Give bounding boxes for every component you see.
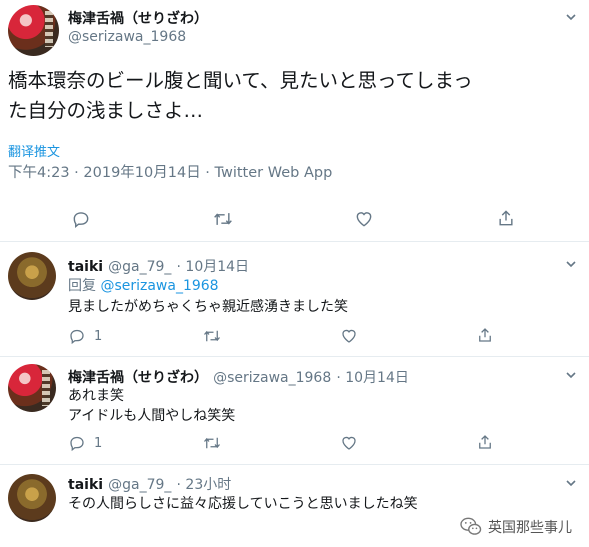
watermark-text: 英国那些事儿 xyxy=(488,520,572,536)
like-button[interactable] xyxy=(354,209,374,229)
retweet-button[interactable] xyxy=(212,209,234,229)
author-handle[interactable]: @serizawa_1968 xyxy=(68,29,186,45)
replying-to-label: 回复 xyxy=(68,278,96,294)
divider xyxy=(0,464,589,465)
author-name[interactable]: taiki xyxy=(68,259,103,275)
heart-icon xyxy=(356,212,372,227)
reply-count: 1 xyxy=(94,328,103,344)
share-button[interactable] xyxy=(476,433,494,451)
retweet-button[interactable] xyxy=(202,434,222,452)
chevron-down-icon[interactable] xyxy=(566,370,576,380)
replying-to-handle[interactable]: @serizawa_1968 xyxy=(100,278,218,294)
reply-button[interactable]: 1 xyxy=(68,327,102,345)
retweet-button[interactable] xyxy=(202,327,222,345)
author-name[interactable]: 梅津舌禍（せりざわ） xyxy=(68,8,208,28)
chevron-down-icon[interactable] xyxy=(566,478,576,488)
replying-to: 回复 @serizawa_1968 xyxy=(68,276,219,296)
avatar[interactable] xyxy=(8,474,56,522)
reply-date[interactable]: · 10月14日 xyxy=(177,259,250,275)
reply-icon xyxy=(73,212,89,228)
retweet-icon xyxy=(214,213,232,225)
retweet-icon xyxy=(204,330,220,342)
wechat-icon xyxy=(460,517,482,535)
reply-count: 1 xyxy=(94,435,103,451)
heart-icon xyxy=(342,329,356,343)
reply-text-line: あれま笑 xyxy=(68,388,124,404)
share-button[interactable] xyxy=(476,326,494,344)
share-icon xyxy=(479,328,491,342)
author-handle[interactable]: @serizawa_1968 xyxy=(213,370,331,386)
share-button[interactable] xyxy=(496,208,516,228)
heart-icon xyxy=(342,436,356,450)
tweet-text: 橋本環奈のビール腹と聞いて、見たいと思ってしまっ た自分の浅ましさよ… xyxy=(8,66,473,126)
reply-icon xyxy=(70,436,84,452)
reply-header: taiki @ga_79_ · 10月14日 xyxy=(68,256,249,276)
share-icon xyxy=(499,210,513,226)
tweet-text-line: 橋本環奈のビール腹と聞いて、見たいと思ってしまっ xyxy=(8,69,473,92)
reply-date[interactable]: · 23小时 xyxy=(177,477,232,493)
avatar[interactable] xyxy=(8,364,56,412)
reply-button[interactable] xyxy=(71,209,91,229)
chevron-down-icon[interactable] xyxy=(566,259,576,269)
like-button[interactable] xyxy=(340,434,358,452)
reply-header: 梅津舌禍（せりざわ） @serizawa_1968 · 10月14日 xyxy=(68,367,409,387)
author-name[interactable]: 梅津舌禍（せりざわ） xyxy=(68,370,208,386)
reply-icon xyxy=(70,329,84,345)
reply-date[interactable]: · 10月14日 xyxy=(336,370,409,386)
watermark: 英国那些事儿 xyxy=(460,517,572,537)
author-name[interactable]: taiki xyxy=(68,477,103,493)
divider xyxy=(0,356,589,357)
avatar[interactable] xyxy=(8,5,59,56)
tweet-meta[interactable]: 下午4:23 · 2019年10月14日 · Twitter Web App xyxy=(8,161,332,182)
share-icon xyxy=(479,435,491,449)
reply-button[interactable]: 1 xyxy=(68,434,102,452)
chevron-down-icon[interactable] xyxy=(566,12,576,22)
reply-text: その人間らしさに益々応援していこうと思いましたね笑 xyxy=(68,496,418,512)
author-handle[interactable]: @ga_79_ xyxy=(108,259,171,275)
divider xyxy=(0,241,589,242)
like-button[interactable] xyxy=(340,327,358,345)
reply-text-line: アイドルも人間やしね笑笑 xyxy=(68,408,236,424)
reply-header: taiki @ga_79_ · 23小时 xyxy=(68,474,231,494)
tweet-text-line: た自分の浅ましさよ… xyxy=(8,99,204,122)
reply-text: あれま笑 アイドルも人間やしね笑笑 xyxy=(68,386,235,426)
author-handle[interactable]: @ga_79_ xyxy=(108,477,171,493)
translate-link[interactable]: 翻译推文 xyxy=(8,141,60,160)
reply-text: 見ましたがめちゃくちゃ親近感湧きました笑 xyxy=(68,299,348,315)
retweet-icon xyxy=(204,437,220,449)
avatar[interactable] xyxy=(8,252,56,300)
